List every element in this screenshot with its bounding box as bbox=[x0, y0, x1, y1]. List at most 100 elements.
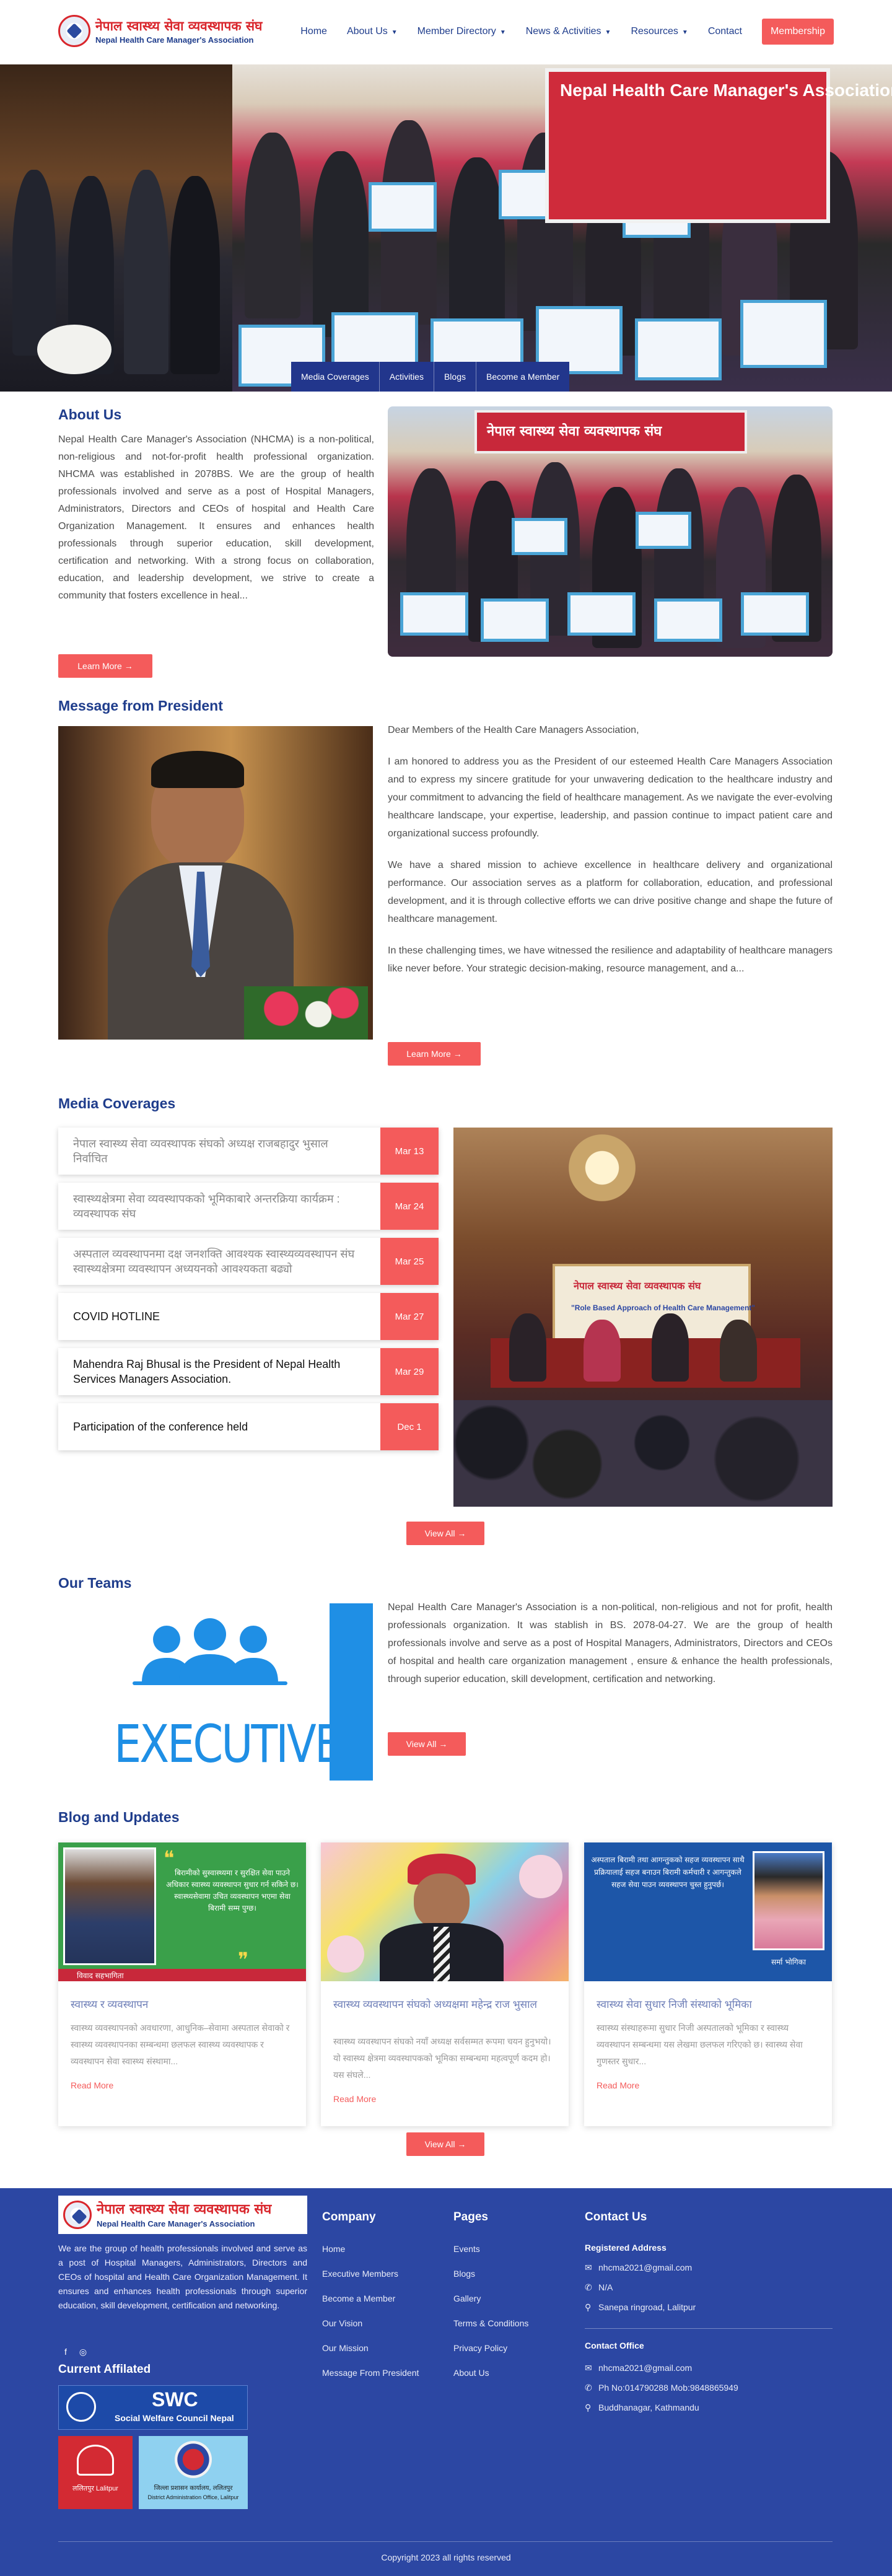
office-location: ⚲ Buddhanagar, Kathmandu bbox=[585, 2403, 699, 2412]
media-item[interactable]: Participation of the conference held Dec… bbox=[58, 1403, 439, 1450]
media-item[interactable]: COVID HOTLINE Mar 27 bbox=[58, 1293, 439, 1340]
president-paragraph: I am honored to address you as the Presi… bbox=[388, 756, 833, 839]
footer-link-our-vision[interactable]: Our Vision bbox=[322, 2318, 362, 2328]
author-photo bbox=[63, 1847, 156, 1965]
media-date: Mar 29 bbox=[380, 1348, 439, 1395]
hero-quick-tabs: Media Coverages Activities Blogs Become … bbox=[291, 362, 570, 392]
flower-bouquet bbox=[37, 325, 112, 374]
logo-nepali-text: नेपाल स्वास्थ्य सेवा व्यवस्थापक संघ bbox=[95, 18, 263, 33]
site-footer: नेपाल स्वास्थ्य सेवा व्यवस्थापक संघ Nepa… bbox=[0, 2188, 892, 2576]
blog-read-more-link[interactable]: Read More bbox=[71, 2080, 113, 2090]
office-email[interactable]: ✉ nhcma2021@gmail.com bbox=[585, 2363, 692, 2373]
email-icon: ✉ bbox=[585, 2363, 592, 2373]
footer-link-executive-members[interactable]: Executive Members bbox=[322, 2269, 398, 2279]
blog-post-title[interactable]: स्वास्थ्य व्यवस्थापन संघको अध्यक्षमा महे… bbox=[333, 1997, 556, 2012]
hero-banner: Nepal Health Care Manager's Association … bbox=[0, 64, 892, 392]
registered-email[interactable]: ✉ nhcma2021@gmail.com bbox=[585, 2263, 692, 2273]
phone-icon: ✆ bbox=[585, 2383, 592, 2393]
registered-phone: ✆ N/A bbox=[585, 2282, 613, 2292]
footer-contact-divider bbox=[585, 2328, 833, 2329]
instagram-icon[interactable]: ◎ bbox=[77, 2347, 89, 2359]
chevron-down-icon: ▼ bbox=[605, 29, 611, 36]
tab-activities[interactable]: Activities bbox=[380, 362, 434, 392]
footer-link-our-mission[interactable]: Our Mission bbox=[322, 2343, 369, 2353]
media-item[interactable]: स्वास्थ्यक्षेत्रमा सेवा व्यवस्थापकको भूम… bbox=[58, 1183, 439, 1230]
blog-image bbox=[321, 1842, 569, 1981]
blog-post-title[interactable]: स्वास्थ्य र व्यवस्थापन bbox=[71, 1997, 294, 2012]
blog-read-more-link[interactable]: Read More bbox=[597, 2080, 639, 2090]
blog-card[interactable]: ❝ बिरामीको सुस्वास्थ्यमा र सुरक्षित सेवा… bbox=[58, 1842, 306, 2126]
hero-photo-left bbox=[0, 64, 232, 392]
teams-view-all-button[interactable]: View All → bbox=[388, 1732, 466, 1756]
footer-link-events[interactable]: Events bbox=[453, 2244, 480, 2254]
location-icon: ⚲ bbox=[585, 2302, 592, 2312]
executive-committee-image: EXECUTIVE COMMITTEE bbox=[58, 1602, 373, 1782]
swc-logo[interactable]: SWC Social Welfare Council Nepal bbox=[58, 2385, 248, 2430]
footer-description: We are the group of health professionals… bbox=[58, 2243, 307, 2310]
blog-view-all-button[interactable]: View All → bbox=[406, 2132, 484, 2156]
tab-blogs[interactable]: Blogs bbox=[434, 362, 476, 392]
quote-open-icon: ❝ bbox=[164, 1847, 175, 1869]
blog-post-excerpt: स्वास्थ्य संस्थाहरूमा सुधार निजी अस्पताल… bbox=[597, 2023, 803, 2066]
nav-member-directory[interactable]: Member Directory ▼ bbox=[418, 26, 506, 37]
president-learn-more-button[interactable]: Learn More → bbox=[388, 1042, 481, 1066]
nav-news-activities[interactable]: News & Activities ▼ bbox=[526, 26, 611, 37]
lalitpur-logo[interactable]: ललितपुर Lalitpur bbox=[58, 2436, 133, 2509]
media-item[interactable]: नेपाल स्वास्थ्य सेवा व्यवस्थापक संघको अध… bbox=[58, 1128, 439, 1175]
swc-emblem-icon bbox=[66, 2392, 96, 2422]
media-date: Mar 27 bbox=[380, 1293, 439, 1340]
chandelier bbox=[559, 1134, 645, 1202]
footer-link-gallery[interactable]: Gallery bbox=[453, 2293, 481, 2303]
footer-link-terms[interactable]: Terms & Conditions bbox=[453, 2318, 528, 2328]
blog-post-title[interactable]: स्वास्थ्य सेवा सुधार निजी संस्थाको भूमिक… bbox=[597, 1997, 820, 2012]
media-item[interactable]: Mahendra Raj Bhusal is the President of … bbox=[58, 1348, 439, 1395]
tab-become-member[interactable]: Become a Member bbox=[476, 362, 569, 392]
blog-image: अस्पताल बिरामी तथा आगन्तुकको सहज व्यवस्थ… bbox=[584, 1842, 832, 1981]
nav-home[interactable]: Home bbox=[300, 26, 327, 37]
blog-card[interactable]: स्वास्थ्य व्यवस्थापन संघको अध्यक्षमा महे… bbox=[321, 1842, 569, 2126]
nav-resources[interactable]: Resources ▼ bbox=[631, 26, 688, 37]
chevron-down-icon: ▼ bbox=[499, 29, 506, 36]
media-list: नेपाल स्वास्थ्य सेवा व्यवस्थापक संघको अध… bbox=[58, 1128, 439, 1458]
footer-logo[interactable]: नेपाल स्वास्थ्य सेवा व्यवस्थापक संघ Nepa… bbox=[58, 2196, 307, 2234]
office-phone[interactable]: ✆ Ph No:014790288 Mob:9848865949 bbox=[585, 2383, 738, 2393]
registered-location: ⚲ Sanepa ringroad, Lalitpur bbox=[585, 2302, 696, 2312]
footer-link-about[interactable]: About Us bbox=[453, 2368, 489, 2378]
blog-read-more-link[interactable]: Read More bbox=[333, 2094, 376, 2104]
blog-card[interactable]: अस्पताल बिरामी तथा आगन्तुकको सहज व्यवस्थ… bbox=[584, 1842, 832, 2126]
about-text: Nepal Health Care Manager's Association … bbox=[58, 434, 374, 601]
tab-media-coverages[interactable]: Media Coverages bbox=[291, 362, 380, 392]
footer-link-privacy[interactable]: Privacy Policy bbox=[453, 2343, 507, 2353]
footer-link-message-president[interactable]: Message From President bbox=[322, 2368, 419, 2378]
blog-post-excerpt: स्वास्थ्य व्यवस्थापनको अवधारणा, आधुनिक–स… bbox=[71, 2023, 290, 2066]
contact-office-title: Contact Office bbox=[585, 2341, 644, 2350]
dao-lalitpur-logo[interactable]: जिल्ला प्रशासन कार्यालय, ललितपुर Distric… bbox=[139, 2436, 248, 2509]
affiliated-title: Current Affilated bbox=[58, 2363, 151, 2376]
blog-post-excerpt: स्वास्थ्य व्यवस्थापन संघको नयाँ अध्यक्ष … bbox=[333, 2036, 551, 2080]
nav-about-us[interactable]: About Us ▼ bbox=[347, 26, 398, 37]
about-learn-more-button[interactable]: Learn More → bbox=[58, 654, 152, 678]
footer-link-home[interactable]: Home bbox=[322, 2244, 345, 2254]
author-photo bbox=[753, 1851, 824, 1950]
logo-english-text: Nepal Health Care Manager's Association bbox=[95, 35, 254, 45]
facebook-icon[interactable]: f bbox=[59, 2347, 72, 2359]
media-date: Mar 24 bbox=[380, 1183, 439, 1230]
location-icon: ⚲ bbox=[585, 2403, 592, 2412]
teams-title: Our Teams bbox=[58, 1575, 132, 1591]
registered-address-title: Registered Address bbox=[585, 2243, 667, 2253]
main-nav: Home About Us ▼ Member Directory ▼ News & … bbox=[281, 17, 834, 46]
media-date: Dec 1 bbox=[380, 1403, 439, 1450]
media-item[interactable]: अस्पताल व्यवस्थापनमा दक्ष जनशक्ति आवश्यक… bbox=[58, 1238, 439, 1285]
footer-company-title: Company bbox=[322, 2210, 376, 2223]
site-logo[interactable]: नेपाल स्वास्थ्य सेवा व्यवस्थापक संघ Nepa… bbox=[58, 14, 262, 48]
membership-button[interactable]: Membership bbox=[761, 19, 834, 45]
footer-link-become-member[interactable]: Become a Member bbox=[322, 2293, 395, 2303]
striped-tie bbox=[434, 1927, 450, 1981]
president-paragraph: In these challenging times, we have witn… bbox=[388, 945, 833, 974]
about-title: About Us bbox=[58, 406, 122, 423]
media-photo: नेपाल स्वास्थ्य सेवा व्यवस्थापक संघ "Rol… bbox=[453, 1128, 833, 1507]
nav-contact[interactable]: Contact bbox=[708, 26, 742, 37]
media-view-all-button[interactable]: View All → bbox=[406, 1522, 484, 1545]
footer-link-blogs[interactable]: Blogs bbox=[453, 2269, 475, 2279]
media-date: Mar 25 bbox=[380, 1238, 439, 1285]
